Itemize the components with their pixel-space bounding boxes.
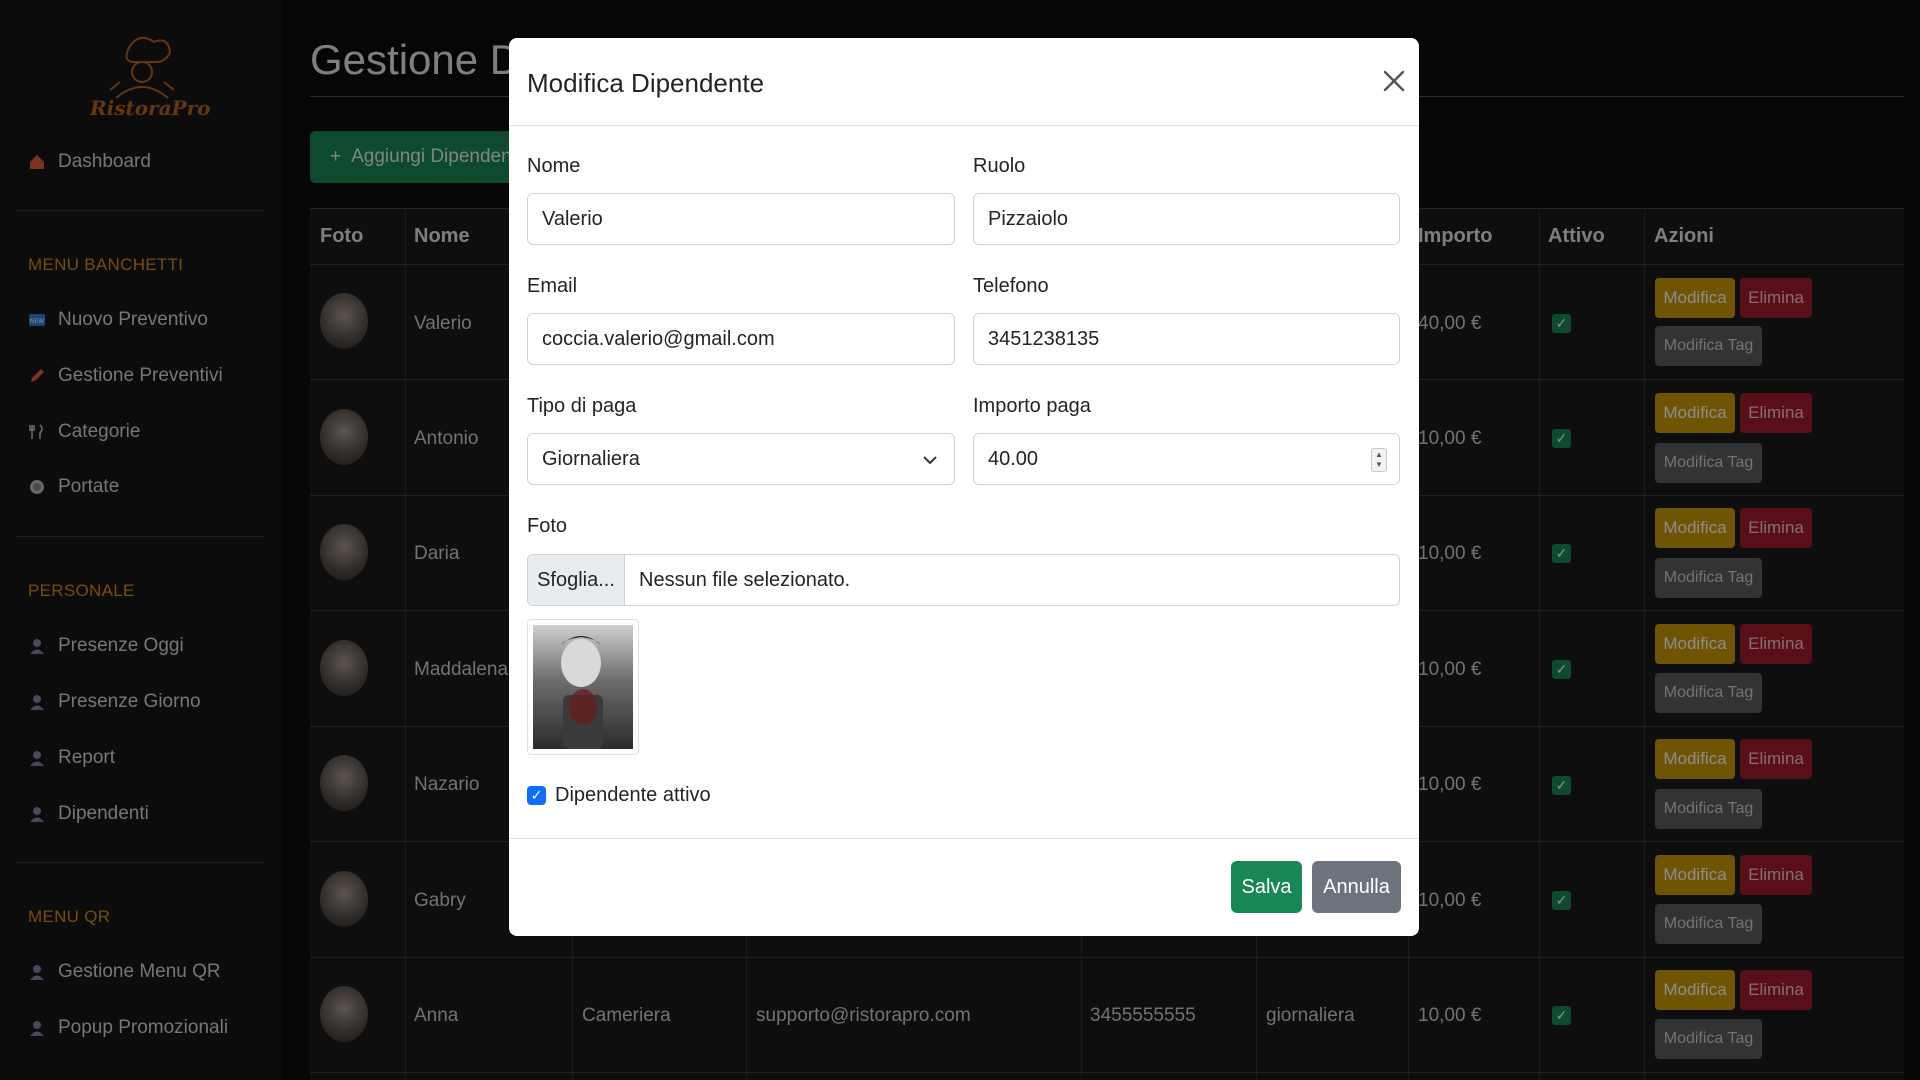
importo-paga-value: 40.00	[988, 447, 1039, 470]
browse-button[interactable]: Sfoglia...	[528, 555, 625, 605]
cancel-button[interactable]: Annulla	[1312, 861, 1401, 913]
nome-input[interactable]: Valerio	[527, 193, 955, 245]
save-button[interactable]: Salva	[1231, 861, 1302, 913]
modal-footer-divider	[509, 838, 1419, 839]
foto-label: Foto	[527, 515, 568, 537]
ruolo-label: Ruolo	[973, 155, 1026, 177]
telefono-label: Telefono	[973, 275, 1049, 297]
edit-employee-modal: Modifica Dipendente Nome Valerio Ruolo P…	[509, 38, 1419, 936]
active-checkbox[interactable]: ✓	[527, 786, 546, 805]
close-icon[interactable]	[1379, 66, 1409, 96]
email-field[interactable]: coccia.valerio@gmail.com	[527, 313, 955, 365]
ruolo-input[interactable]: Pizzaiolo	[973, 193, 1400, 245]
foto-file-input[interactable]: Sfoglia... Nessun file selezionato.	[527, 554, 1400, 606]
tipo-paga-label: Tipo di paga	[527, 395, 637, 417]
chevron-down-icon	[923, 456, 937, 465]
active-checkbox-label: Dipendente attivo	[555, 784, 711, 806]
tipo-paga-select[interactable]: Giornaliera	[527, 433, 955, 485]
modal-title: Modifica Dipendente	[527, 68, 765, 98]
email-label: Email	[527, 275, 578, 297]
importo-paga-label: Importo paga	[973, 395, 1091, 417]
number-spinner-icon[interactable]: ▲ ▼	[1371, 448, 1387, 472]
modal-header: Modifica Dipendente	[509, 38, 1419, 126]
employee-photo-preview	[527, 619, 639, 755]
tipo-paga-value: Giornaliera	[542, 447, 640, 470]
file-status: Nessun file selezionato.	[639, 568, 851, 591]
telefono-input[interactable]: 3451238135	[973, 313, 1400, 365]
importo-paga-input[interactable]: 40.00 ▲ ▼	[973, 433, 1400, 485]
photo-thumbnail	[533, 625, 633, 749]
nome-label: Nome	[527, 155, 581, 177]
